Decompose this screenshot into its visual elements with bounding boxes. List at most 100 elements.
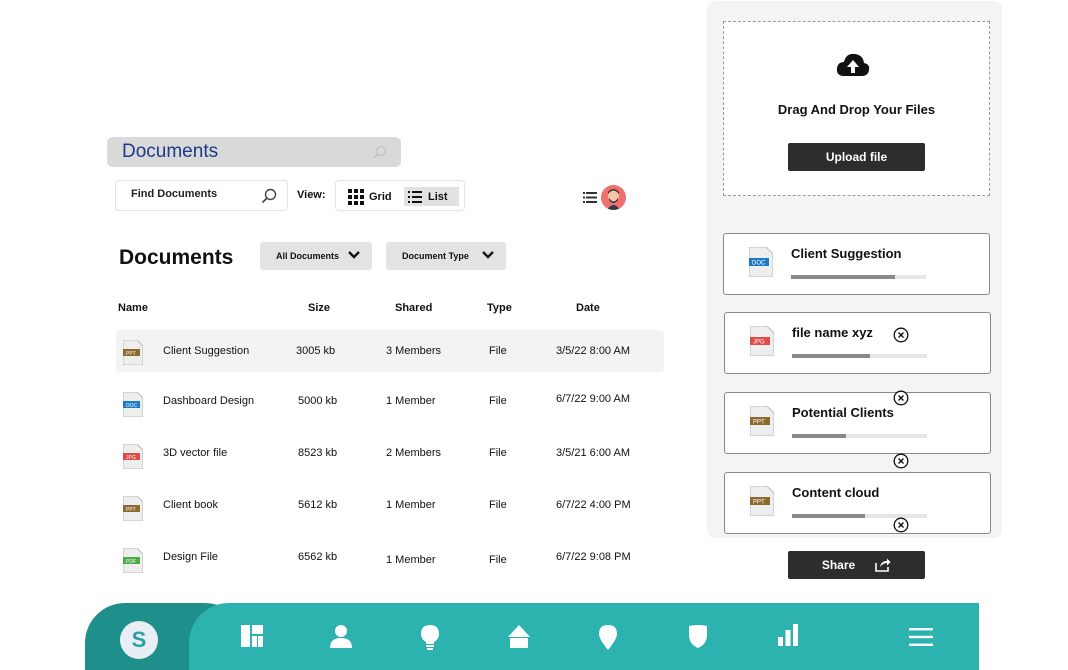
row-name[interactable]: 3D vector file [163, 447, 227, 459]
table-row[interactable]: JPG 3D vector file 8523 kb 2 Members Fil… [116, 434, 664, 476]
row-name[interactable]: Client Suggestion [163, 345, 249, 357]
upload-file-card[interactable]: JPG file name xyz [724, 312, 991, 374]
row-shared: 2 Members [386, 447, 442, 459]
find-documents-field[interactable] [115, 180, 288, 211]
upload-file-button[interactable]: Upload file [788, 143, 925, 171]
list-menu-icon[interactable] [583, 192, 597, 203]
menu-icon[interactable] [909, 628, 933, 646]
documents-search-bar[interactable]: Documents [107, 137, 401, 167]
svg-text:DOC: DOC [126, 403, 138, 409]
table-row[interactable]: PDF Design File 6562 kb 1 Member File 6/… [116, 538, 664, 580]
dashboard-icon[interactable] [240, 624, 264, 648]
column-header-type[interactable]: Type [487, 302, 512, 314]
upload-progress-fill [792, 354, 871, 358]
upload-file-card[interactable]: DOC Client Suggestion [723, 233, 990, 295]
list-icon [408, 190, 422, 203]
share-icon [875, 558, 891, 572]
row-date: 6/7/22 9:08 PM [556, 551, 631, 563]
row-date: 3/5/21 6:00 AM [556, 447, 630, 459]
upload-file-card[interactable]: PPT Content cloud [724, 472, 991, 534]
all-documents-label: All Documents [276, 251, 340, 261]
jpg-file-icon: JPG [123, 444, 143, 469]
grid-label: Grid [369, 190, 392, 203]
row-date: 6/7/22 9:00 AM [556, 393, 630, 405]
table-row[interactable]: PPT Client book 5612 kb 1 Member File 6/… [116, 486, 664, 528]
chart-icon[interactable] [777, 624, 799, 646]
search-icon[interactable] [261, 188, 277, 204]
table-row[interactable]: PPT Client Suggestion 3005 kb 3 Members … [116, 330, 664, 372]
app-logo[interactable]: S [120, 621, 158, 659]
row-size: 3005 kb [296, 345, 336, 357]
doc-file-icon: DOC [123, 392, 143, 417]
ppt-file-icon: PPT [123, 340, 143, 365]
row-name[interactable]: Client book [163, 499, 218, 511]
jpg-file-icon: JPG [750, 326, 774, 356]
row-date: 6/7/22 4:00 PM [556, 499, 631, 511]
all-documents-dropdown[interactable]: All Documents [260, 242, 372, 270]
row-size: 5000 kb [298, 395, 338, 407]
column-header-date[interactable]: Date [576, 302, 600, 314]
find-documents-input[interactable] [131, 188, 251, 200]
row-shared: 1 Member [386, 554, 436, 566]
drop-zone[interactable]: Drag And Drop Your Files Upload file [723, 21, 990, 196]
section-title: Documents [119, 246, 234, 269]
share-label: Share [821, 558, 856, 572]
user-avatar-icon [601, 185, 626, 210]
home-icon[interactable] [507, 624, 531, 648]
svg-text:JPG: JPG [126, 455, 136, 461]
row-shared: 1 Member [386, 395, 436, 407]
row-type: File [489, 554, 507, 566]
svg-text:JPG: JPG [753, 340, 765, 346]
ppt-file-icon: PPT [123, 496, 143, 521]
upload-progress-fill [791, 275, 895, 279]
svg-text:PPT: PPT [753, 500, 765, 506]
location-icon[interactable] [598, 624, 618, 650]
pdf-file-icon: PDF [123, 548, 143, 573]
upload-file-name: Client Suggestion [791, 246, 902, 261]
avatar[interactable] [601, 185, 626, 210]
row-name[interactable]: Dashboard Design [163, 395, 254, 407]
upload-progress-bar [792, 434, 927, 438]
view-toggle: Grid List [335, 180, 465, 211]
close-icon[interactable] [893, 327, 909, 343]
list-view-button[interactable]: List [404, 187, 459, 206]
row-size: 6562 kb [298, 551, 338, 563]
user-icon[interactable] [329, 624, 353, 648]
share-button[interactable]: Share [788, 551, 925, 579]
search-icon[interactable] [373, 145, 387, 159]
svg-text:DOC: DOC [752, 261, 766, 267]
svg-text:PPT: PPT [126, 507, 136, 513]
ppt-file-icon: PPT [750, 406, 774, 436]
upload-file-name: Content cloud [792, 485, 880, 500]
column-header-shared[interactable]: Shared [395, 302, 432, 314]
drop-zone-title: Drag And Drop Your Files [777, 102, 936, 117]
upload-file-name: file name xyz [792, 325, 873, 340]
row-type: File [489, 345, 507, 357]
close-icon[interactable] [893, 390, 909, 406]
table-row[interactable]: DOC Dashboard Design 5000 kb 1 Member Fi… [116, 382, 664, 424]
shield-icon[interactable] [688, 624, 708, 648]
header-title: Documents [122, 141, 219, 162]
upload-progress-fill [792, 514, 865, 518]
upload-file-name: Potential Clients [792, 405, 894, 420]
chevron-down-icon [482, 251, 494, 259]
row-name[interactable]: Design File [163, 551, 218, 563]
column-header-name[interactable]: Name [118, 302, 148, 314]
view-label: View: [297, 189, 326, 201]
chevron-down-icon [348, 251, 360, 259]
document-type-dropdown[interactable]: Document Type [386, 242, 506, 270]
grid-view-button[interactable]: Grid [348, 188, 392, 205]
row-shared: 1 Member [386, 499, 436, 511]
svg-text:PDF: PDF [126, 559, 136, 565]
upload-file-card[interactable]: PPT Potential Clients [724, 392, 991, 454]
close-icon[interactable] [893, 453, 909, 469]
bottom-nav [189, 603, 979, 670]
doc-file-icon: DOC [749, 247, 773, 277]
close-icon[interactable] [893, 517, 909, 533]
column-header-size[interactable]: Size [308, 302, 330, 314]
row-type: File [489, 447, 507, 459]
row-size: 8523 kb [298, 447, 338, 459]
bulb-icon[interactable] [420, 624, 440, 650]
upload-progress-bar [791, 275, 926, 279]
row-shared: 3 Members [386, 345, 442, 357]
